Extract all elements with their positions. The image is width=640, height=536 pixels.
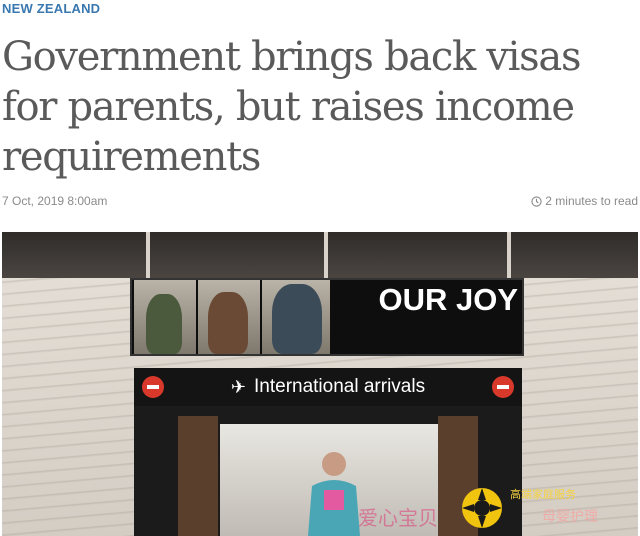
watermark-logo-icon [462, 488, 502, 528]
display-screen: OUR JOY [130, 278, 524, 356]
arrivals-sign: ✈ International arrivals [134, 368, 522, 406]
arrivals-sign-label: International arrivals [254, 376, 426, 397]
door-panel [178, 416, 218, 536]
read-time: 2 minutes to read [531, 194, 638, 208]
screen-slogan: OUR JOY [378, 282, 518, 317]
article-headline: Government brings back visas for parents… [2, 34, 581, 180]
photo-ceiling [2, 232, 638, 278]
ceiling-pole [507, 232, 511, 282]
plane-icon: ✈ [230, 376, 246, 397]
no-entry-icon [142, 376, 164, 398]
clock-icon [531, 195, 542, 207]
screen-figure [146, 294, 182, 354]
article-photo[interactable]: OUR JOY ✈ International arrivals 爱心宝贝 高端… [2, 232, 638, 536]
ceiling-pole [146, 232, 150, 282]
no-entry-icon [492, 376, 514, 398]
section-tag[interactable]: NEW ZEALAND [2, 1, 100, 16]
watermark-subtitle: 母婴护理 [542, 509, 598, 525]
ceiling-pole [324, 232, 328, 282]
screen-figure [272, 284, 322, 354]
read-time-label: 2 minutes to read [545, 194, 638, 208]
article-date: 7 Oct, 2019 8:00am [2, 194, 108, 208]
screen-figure [208, 292, 248, 354]
watermark-text: 爱心宝贝 [358, 506, 438, 530]
watermark-caption: 高端家庭服务 [510, 488, 576, 501]
